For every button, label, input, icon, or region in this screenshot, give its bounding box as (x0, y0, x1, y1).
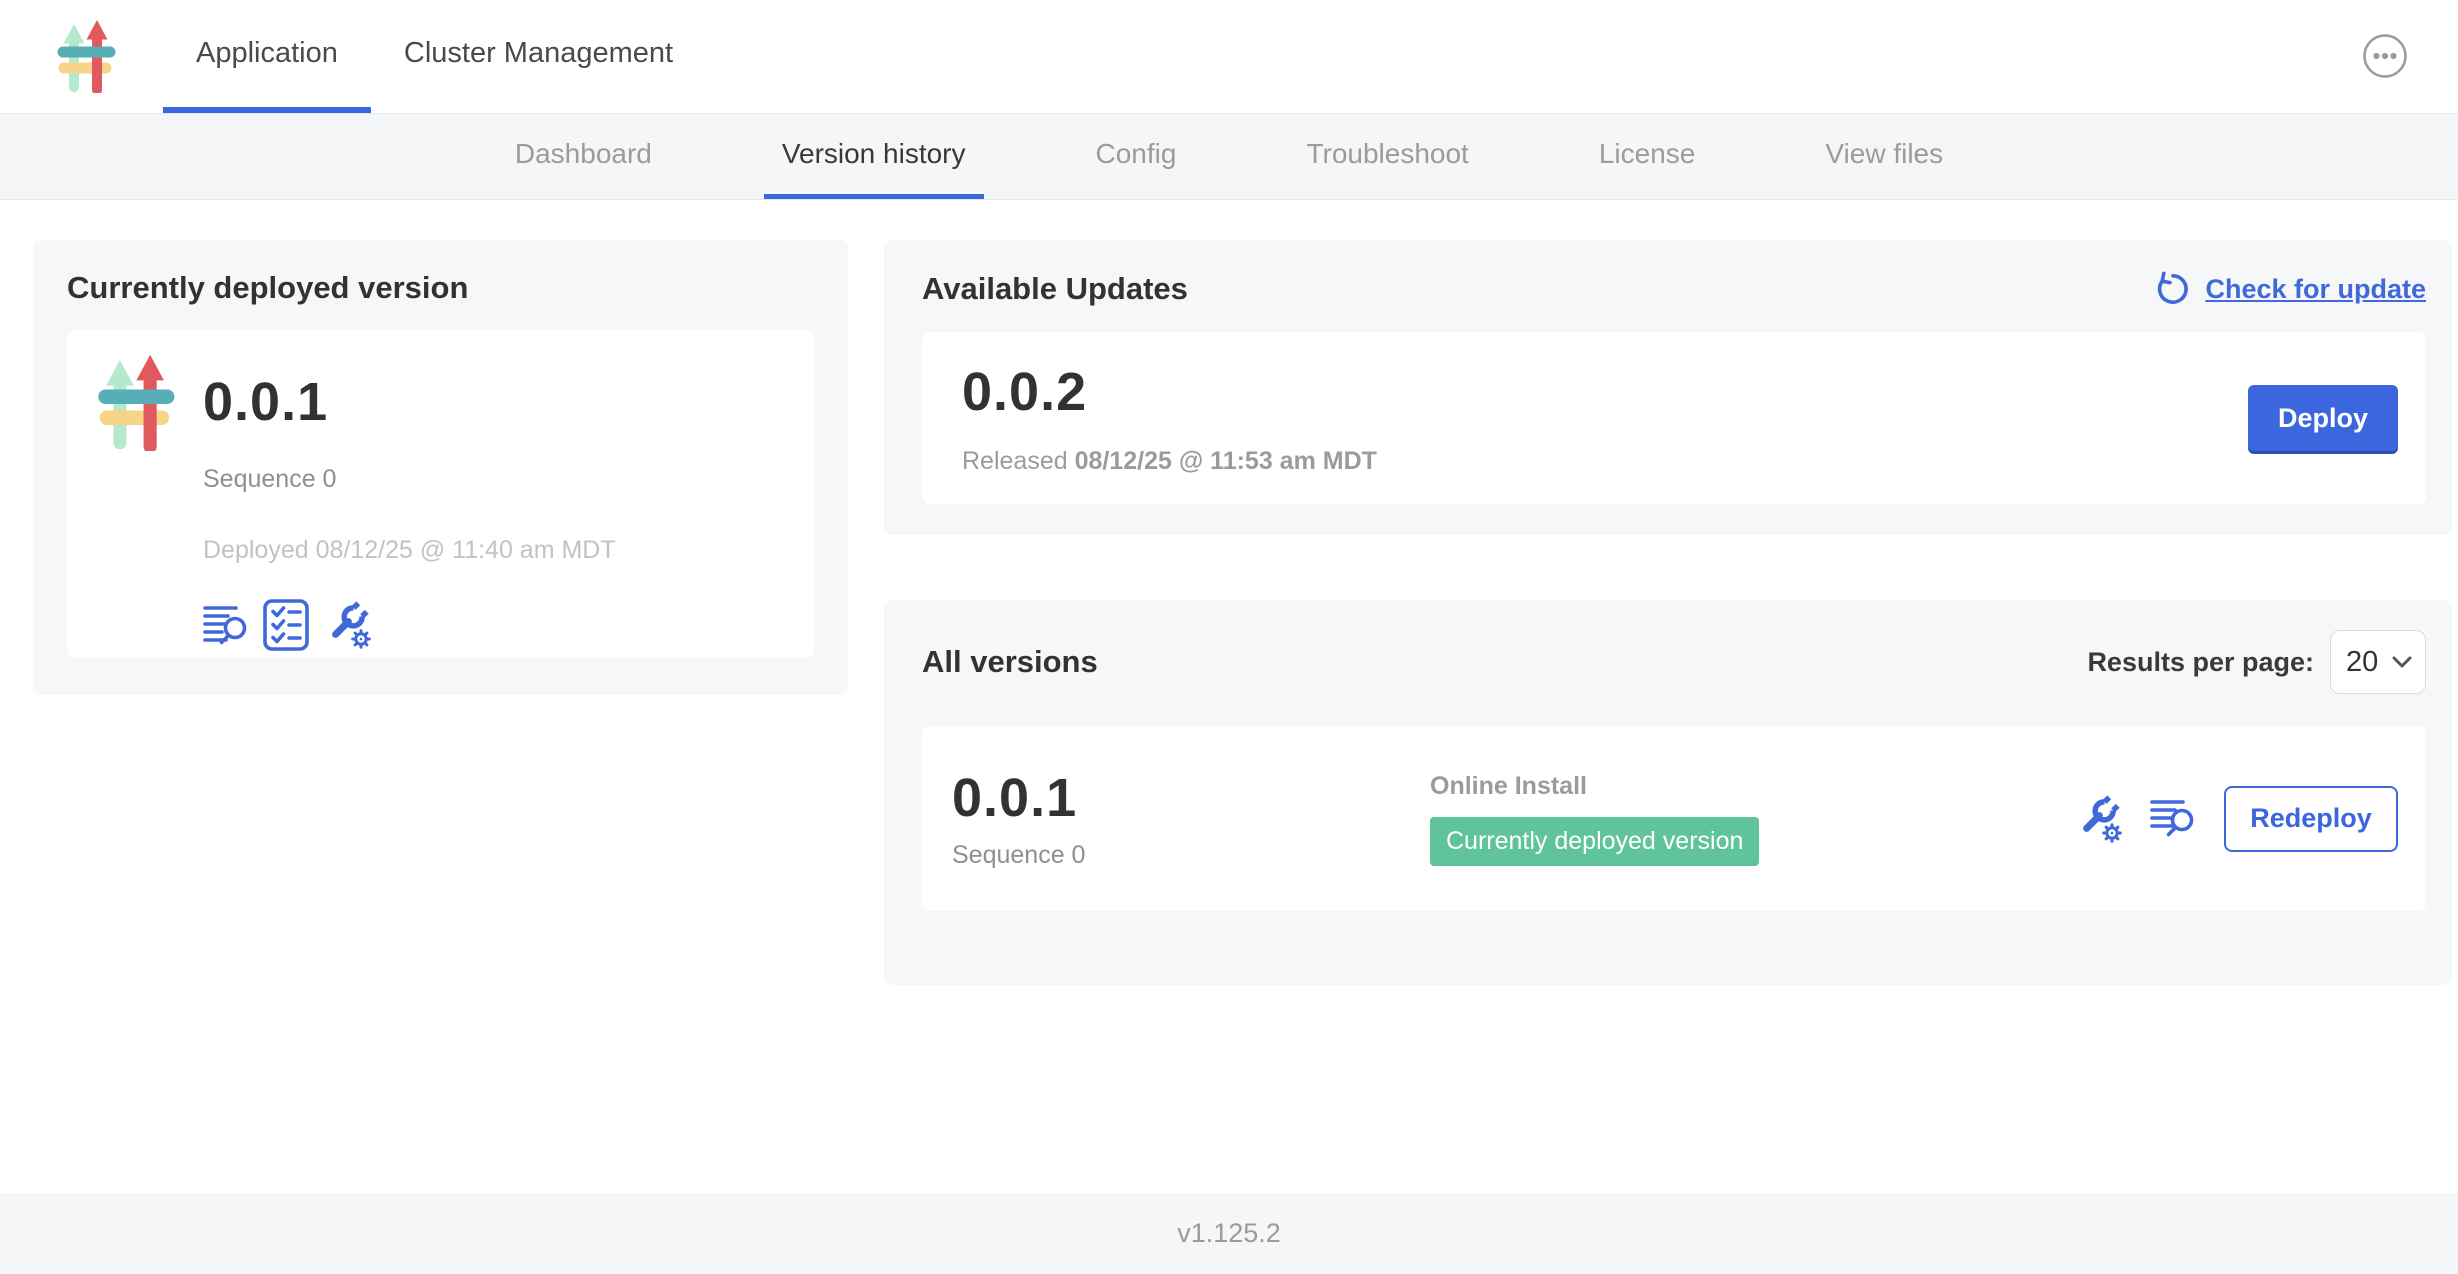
tab-license[interactable]: License (1581, 114, 1714, 199)
redeploy-button[interactable]: Redeploy (2224, 786, 2398, 852)
console-version: v1.125.2 (1177, 1218, 1281, 1249)
row-version-number: 0.0.1 (952, 767, 1430, 829)
currently-deployed-card: Currently deployed version (33, 240, 848, 695)
deployed-version-actions (203, 599, 786, 651)
available-updates-title: Available Updates (922, 271, 1188, 307)
available-updates-card: Available Updates Check for update 0.0.2 (884, 240, 2452, 535)
all-versions-title: All versions (922, 644, 1098, 680)
app-footer: v1.125.2 (0, 1193, 2458, 1274)
config-icon[interactable] (323, 599, 375, 651)
tab-view-files[interactable]: View files (1807, 114, 1961, 199)
results-per-page-value: 20 (2346, 646, 2378, 679)
tab-version-history[interactable]: Version history (764, 114, 984, 199)
app-logo-icon (95, 353, 179, 451)
app-subnav: Dashboard Version history Config Trouble… (0, 113, 2458, 200)
tab-dashboard[interactable]: Dashboard (497, 114, 670, 199)
kots-admin-console: Application Cluster Management Dashboard… (0, 0, 2458, 1274)
diff-icon[interactable] (203, 604, 249, 646)
currently-deployed-badge: Currently deployed version (1430, 817, 1759, 866)
chevron-down-icon (2392, 656, 2412, 668)
results-per-page-label: Results per page: (2087, 647, 2314, 678)
results-per-page-select[interactable]: 20 (2330, 630, 2426, 694)
deployed-version-number: 0.0.1 (203, 371, 328, 433)
app-header: Application Cluster Management (0, 0, 2458, 113)
deployed-sequence: Sequence 0 (203, 465, 786, 494)
tab-cluster-management[interactable]: Cluster Management (371, 0, 706, 113)
header-tabs: Application Cluster Management (163, 0, 706, 113)
install-type-label: Online Install (1430, 772, 2074, 801)
currently-deployed-version-panel: 0.0.1 Sequence 0 Deployed 08/12/25 @ 11:… (67, 330, 814, 658)
results-per-page: Results per page: 20 (2087, 630, 2426, 694)
version-row: 0.0.1 Sequence 0 Online Install Currentl… (922, 726, 2426, 911)
all-versions-card: All versions Results per page: 20 (884, 600, 2452, 985)
tab-config[interactable]: Config (1078, 114, 1195, 199)
diff-icon[interactable] (2150, 798, 2196, 840)
currently-deployed-title: Currently deployed version (67, 270, 814, 306)
refresh-icon (2154, 270, 2192, 308)
row-actions: Redeploy (2074, 786, 2398, 852)
deployed-timestamp: Deployed 08/12/25 @ 11:40 am MDT (203, 536, 786, 565)
update-row: 0.0.2 Released 08/12/25 @ 11:53 am MDT D… (922, 332, 2426, 504)
ellipsis-menu-icon[interactable] (2362, 33, 2408, 79)
check-for-update-label: Check for update (2205, 274, 2426, 305)
app-logo-icon (55, 19, 119, 93)
deploy-button[interactable]: Deploy (2248, 385, 2398, 451)
preflight-checks-icon[interactable] (263, 599, 309, 651)
main-content: Currently deployed version (0, 200, 2458, 1193)
check-for-update-link[interactable]: Check for update (2154, 270, 2426, 308)
update-released-timestamp: Released 08/12/25 @ 11:53 am MDT (962, 447, 1377, 476)
update-version-number: 0.0.2 (962, 361, 1377, 423)
tab-troubleshoot[interactable]: Troubleshoot (1288, 114, 1486, 199)
row-sequence: Sequence 0 (952, 841, 1430, 870)
tab-application[interactable]: Application (163, 0, 371, 113)
config-icon[interactable] (2074, 793, 2126, 845)
